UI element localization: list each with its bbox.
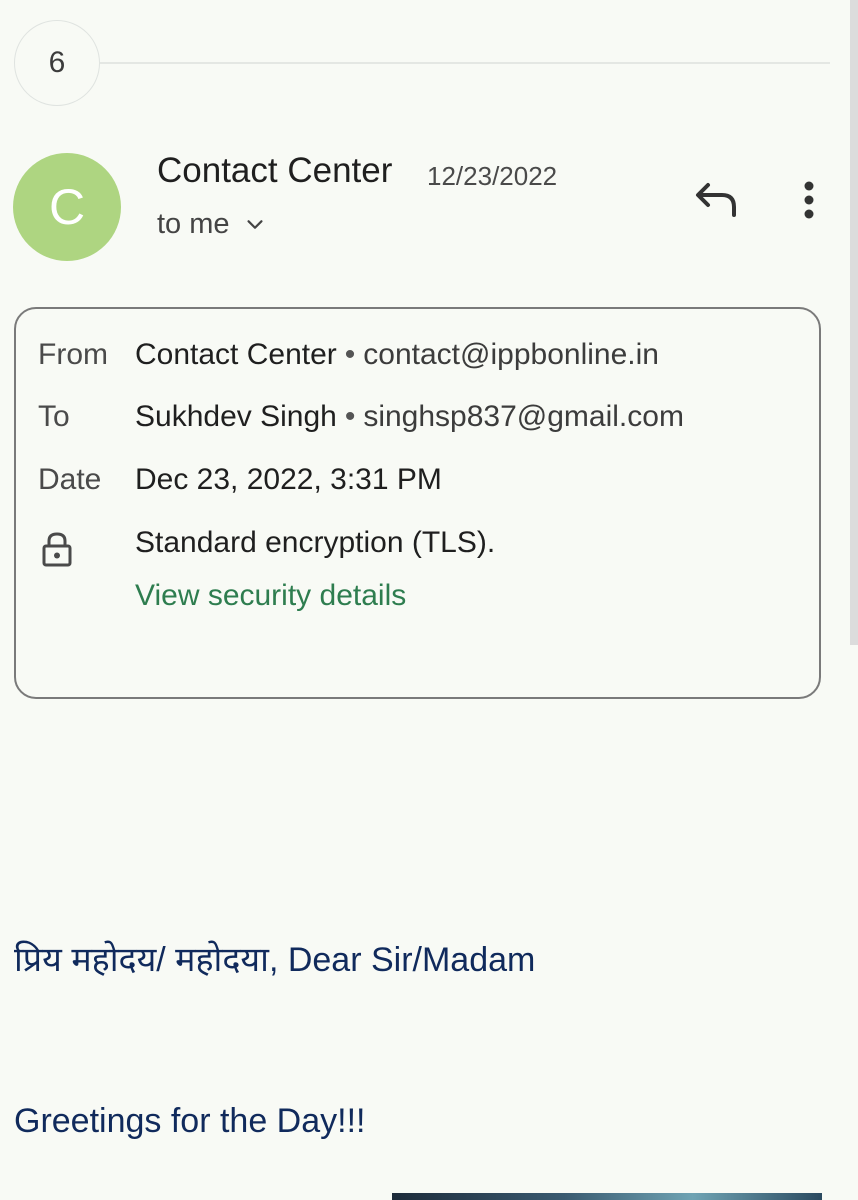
message-date: 12/23/2022 xyxy=(427,161,558,191)
avatar-letter: C xyxy=(48,179,86,235)
date-label: Date xyxy=(38,463,102,496)
recipient-toggle[interactable]: to me xyxy=(157,208,266,241)
sender-name[interactable]: Contact Center xyxy=(157,151,392,191)
encryption-row: Standard encryption (TLS). xyxy=(38,526,495,560)
embedded-image xyxy=(392,1193,822,1200)
recipient-summary: to me xyxy=(157,208,230,240)
date-value: Dec 23, 2022, 3:31 PM xyxy=(135,463,442,496)
from-name: Contact Center xyxy=(135,338,337,371)
date-row: Date Dec 23, 2022, 3:31 PM xyxy=(38,463,442,497)
sender-avatar[interactable]: C xyxy=(13,153,121,261)
collapsed-count-label: 6 xyxy=(48,46,66,79)
reply-icon xyxy=(696,183,736,217)
from-label: From xyxy=(38,338,108,371)
collapsed-messages-count[interactable]: 6 xyxy=(14,20,100,106)
to-name: Sukhdev Singh xyxy=(135,400,337,433)
greeting-text: Greetings for the Day!!! xyxy=(14,1102,366,1140)
to-label: To xyxy=(38,400,70,433)
more-vert-icon xyxy=(804,181,814,219)
view-security-details-link[interactable]: View security details xyxy=(135,579,406,613)
scrollbar[interactable] xyxy=(850,0,858,645)
chevron-down-icon xyxy=(247,219,263,229)
thread-divider xyxy=(100,62,830,64)
reply-button[interactable] xyxy=(690,175,742,225)
encryption-text: Standard encryption (TLS). xyxy=(135,526,496,559)
to-email[interactable]: singhsp837@gmail.com xyxy=(363,400,684,434)
salutation-text: प्रिय महोदय/ महोदया, Dear Sir/Madam xyxy=(14,941,536,979)
separator-dot: • xyxy=(344,338,356,371)
message-details-panel: From Contact Center • contact@ippbonline… xyxy=(14,307,821,699)
separator-dot: • xyxy=(344,400,356,433)
to-row: To Sukhdev Singh • singhsp837@gmail.com xyxy=(38,400,684,434)
more-options-button[interactable] xyxy=(790,175,828,225)
from-email[interactable]: contact@ippbonline.in xyxy=(363,338,659,372)
from-row: From Contact Center • contact@ippbonline… xyxy=(38,338,659,372)
